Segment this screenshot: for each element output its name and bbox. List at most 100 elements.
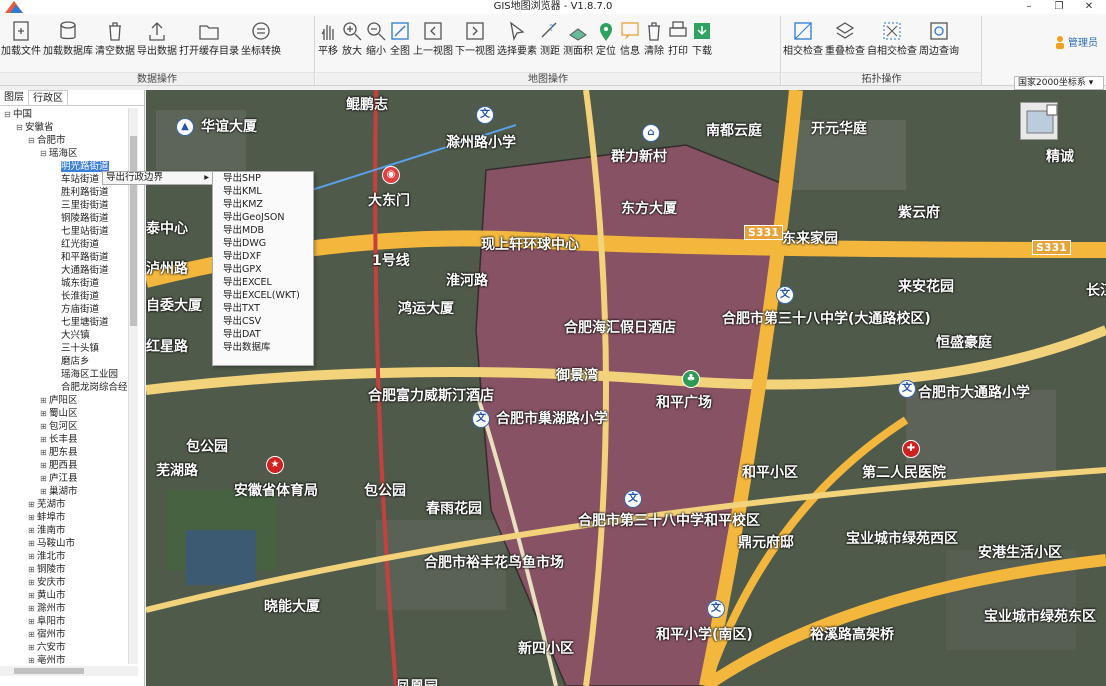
tree-node[interactable]: ⊞ 蚌埠市	[0, 511, 128, 524]
tree-node[interactable]: 和平路街道	[0, 251, 128, 264]
building-icon[interactable]: ▲	[176, 118, 194, 136]
button-intersect[interactable]: 相交检查	[782, 16, 824, 68]
expand-toggle-icon[interactable]: ⊞	[40, 472, 49, 485]
scroll-thumb[interactable]	[130, 136, 137, 326]
tree-node[interactable]: ⊞ 巢湖市	[0, 485, 128, 498]
tree-node[interactable]: 方庙街道	[0, 303, 128, 316]
tree-node[interactable]: ⊞ 六安市	[0, 641, 128, 654]
tree-node[interactable]: ⊞ 庐江县	[0, 472, 128, 485]
expand-toggle-icon[interactable]: ⊞	[40, 407, 49, 420]
button-download[interactable]: 下载	[690, 16, 714, 68]
tree-node[interactable]: ⊞ 宿州市	[0, 628, 128, 641]
minimize-button[interactable]: –	[1014, 0, 1044, 14]
button-zoom-in[interactable]: 放大	[340, 16, 364, 68]
button-folder[interactable]: 打开缓存目录	[178, 16, 240, 68]
school-icon[interactable]: 文	[476, 106, 494, 124]
menu-item-export[interactable]: 导出GPX	[213, 263, 313, 276]
expand-toggle-icon[interactable]: ⊞	[28, 641, 37, 654]
expand-toggle-icon[interactable]: ⊞	[28, 537, 37, 550]
button-trash[interactable]: 清空数据	[94, 16, 136, 68]
button-full-extent[interactable]: 全图	[388, 16, 412, 68]
coordinate-system-select[interactable]: 国家2000坐标系 ▾	[1014, 76, 1104, 90]
expand-toggle-icon[interactable]: ⊟	[40, 147, 49, 160]
tree-node[interactable]: ⊟ 中国	[0, 108, 128, 121]
restore-button[interactable]: ❐	[1044, 0, 1074, 14]
button-zoom-out[interactable]: 缩小	[364, 16, 388, 68]
expand-toggle-icon[interactable]: ⊞	[28, 524, 37, 537]
button-measure-area[interactable]: 测面积	[562, 16, 594, 68]
menu-item-export[interactable]: 导出DAT	[213, 328, 313, 341]
button-next-view[interactable]: 下一视图	[454, 16, 496, 68]
expand-toggle-icon[interactable]: ⊞	[28, 602, 37, 615]
expand-toggle-icon[interactable]: ⊞	[40, 446, 49, 459]
tree-node[interactable]: ⊞ 安庆市	[0, 576, 128, 589]
tree-node[interactable]: ⊞ 马鞍山市	[0, 537, 128, 550]
tree-node[interactable]: 三十头镇	[0, 342, 128, 355]
menu-item-export[interactable]: 导出KML	[213, 185, 313, 198]
tree-node[interactable]: ⊞ 蜀山区	[0, 407, 128, 420]
expand-toggle-icon[interactable]: ⊟	[4, 108, 13, 121]
expand-toggle-icon[interactable]: ⊞	[40, 420, 49, 433]
expand-toggle-icon[interactable]: ⊞	[28, 550, 37, 563]
tree-node[interactable]: 铜陵路街道	[0, 212, 128, 225]
school-icon[interactable]: 文	[624, 490, 642, 508]
button-info[interactable]: 信息	[618, 16, 642, 68]
tree-node[interactable]: ⊞ 滁州市	[0, 602, 128, 615]
tree-node[interactable]: ⊟ 瑶海区	[0, 147, 128, 160]
school-icon[interactable]: 文	[898, 380, 916, 398]
button-overlap[interactable]: 重叠检查	[824, 16, 866, 68]
tree-node[interactable]: 红光街道	[0, 238, 128, 251]
button-coordinate-convert[interactable]: 坐标转换	[240, 16, 282, 68]
menu-item-export[interactable]: 导出DWG	[213, 237, 313, 250]
tree-node[interactable]: 合肥龙岗综合经济开发区	[0, 381, 128, 394]
button-export[interactable]: 导出数据	[136, 16, 178, 68]
button-select[interactable]: 选择要素	[496, 16, 538, 68]
tab-admin-region[interactable]: 行政区	[28, 90, 68, 105]
menu-item-export[interactable]: 导出EXCEL	[213, 276, 313, 289]
home-icon[interactable]: ⌂	[642, 124, 660, 142]
menu-item-export-boundary[interactable]: 导出行政边界	[106, 172, 163, 183]
menu-item-export[interactable]: 导出GeoJSON	[213, 211, 313, 224]
menu-item-export[interactable]: 导出MDB	[213, 224, 313, 237]
star-icon[interactable]: ★	[266, 456, 284, 474]
tree-node[interactable]: 大兴镇	[0, 329, 128, 342]
tree-node[interactable]: ⊞ 庐阳区	[0, 394, 128, 407]
tree-node[interactable]: ⊞ 黄山市	[0, 589, 128, 602]
tree-node[interactable]: 三里街街道	[0, 199, 128, 212]
hospital-icon[interactable]: ✚	[902, 440, 920, 458]
tree-node[interactable]: ⊞ 芜湖市	[0, 498, 128, 511]
tree-node[interactable]: ⊞ 长丰县	[0, 433, 128, 446]
expand-toggle-icon[interactable]: ⊞	[40, 394, 49, 407]
expand-toggle-icon[interactable]: ⊞	[28, 498, 37, 511]
tree-node[interactable]: ⊞ 淮北市	[0, 550, 128, 563]
user-menu[interactable]: 管理员	[1055, 34, 1098, 49]
tree-node[interactable]: 七里塘街道	[0, 316, 128, 329]
expand-toggle-icon[interactable]: ⊟	[28, 134, 37, 147]
tree-node[interactable]: ⊟ 安徽省	[0, 121, 128, 134]
button-locate[interactable]: 定位	[594, 16, 618, 68]
expand-toggle-icon[interactable]: ⊞	[40, 433, 49, 446]
tree-horizontal-scrollbar[interactable]	[0, 666, 138, 676]
tree-vertical-scrollbar[interactable]	[128, 108, 138, 664]
expand-toggle-icon[interactable]: ⊞	[28, 511, 37, 524]
tree-node[interactable]: 七里站街道	[0, 225, 128, 238]
button-nearby-query[interactable]: 周边查询	[918, 16, 960, 68]
tree-node[interactable]: ⊞ 淮南市	[0, 524, 128, 537]
button-print[interactable]: 打印	[666, 16, 690, 68]
expand-toggle-icon[interactable]: ⊞	[28, 589, 37, 602]
expand-toggle-icon[interactable]: ⊞	[28, 628, 37, 641]
tree-node[interactable]: ⊞ 阜阳市	[0, 615, 128, 628]
menu-item-export[interactable]: 导出EXCEL(WKT)	[213, 289, 313, 302]
tree-node[interactable]: ⊞ 肥东县	[0, 446, 128, 459]
tree-node[interactable]: ⊞ 亳州市	[0, 654, 128, 664]
expand-toggle-icon[interactable]: ⊞	[40, 485, 49, 498]
tree-node[interactable]: 胜利路街道	[0, 186, 128, 199]
expand-toggle-icon[interactable]: ⊞	[40, 459, 49, 472]
tree-node[interactable]: 大通路街道	[0, 264, 128, 277]
tab-layers[interactable]: 图层	[0, 90, 28, 105]
school-icon[interactable]: 文	[472, 410, 490, 428]
tree-node[interactable]: ⊞ 铜陵市	[0, 563, 128, 576]
button-self-intersect[interactable]: 自相交检查	[866, 16, 918, 68]
menu-item-export[interactable]: 导出数据库	[213, 341, 313, 354]
metro-icon[interactable]: ◉	[382, 166, 400, 184]
